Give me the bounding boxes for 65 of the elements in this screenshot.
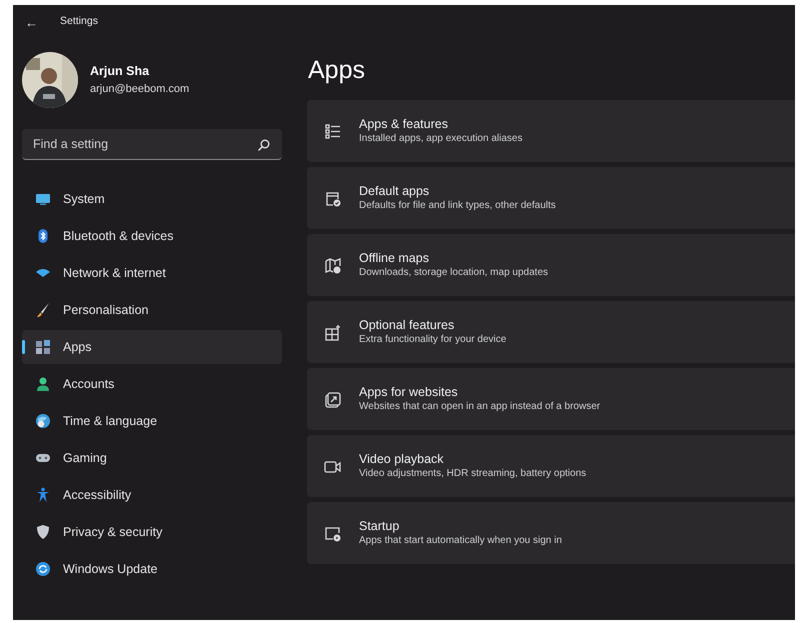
card-title: Video playback <box>359 451 445 467</box>
sidebar-label: Privacy & security <box>63 524 162 541</box>
search-field[interactable]: Find a setting <box>22 129 282 160</box>
search-icon <box>258 139 270 151</box>
settings-card[interactable]: Default apps Defaults for file and link types, other defaults <box>307 167 795 229</box>
sidebar-item[interactable]: Personalisation <box>22 293 282 327</box>
card-description: Apps that start automatically when you sign in <box>359 534 562 548</box>
open-external-icon <box>324 390 341 408</box>
card-title: Default apps <box>359 183 430 199</box>
card-title: Startup <box>359 518 400 534</box>
card-description: Downloads, storage location, map updates <box>359 266 548 280</box>
sidebar-item[interactable]: System <box>22 182 282 216</box>
card-description: Video adjustments, HDR streaming, battery options <box>359 467 586 481</box>
settings-card[interactable]: Optional features Extra functionality for your device <box>307 301 795 363</box>
window-title: Settings <box>60 14 98 30</box>
sidebar-label: Apps <box>63 338 92 356</box>
brush-icon <box>35 302 51 318</box>
back-button[interactable]: ← <box>23 16 40 28</box>
card-title: Apps & features <box>359 116 449 132</box>
sidebar-item[interactable]: Accessibility <box>22 478 282 512</box>
card-description: Extra functionality for your device <box>359 333 506 347</box>
sidebar-label: Network & internet <box>63 264 166 282</box>
sidebar-item[interactable]: Network & internet <box>22 256 282 290</box>
sidebar-label: System <box>63 190 105 208</box>
shield-icon <box>35 524 51 540</box>
sidebar-label: Gaming <box>63 450 107 467</box>
selection-indicator <box>22 340 25 354</box>
sidebar-label: Bluetooth & devices <box>63 228 174 245</box>
sidebar-item[interactable]: Gaming <box>22 441 282 475</box>
card-title: Optional features <box>359 317 456 333</box>
sidebar-item[interactable]: Privacy & security <box>22 515 282 549</box>
sidebar-item[interactable]: Time & language <box>22 404 282 438</box>
display-icon <box>35 191 51 207</box>
update-icon <box>35 561 51 577</box>
card-description: Installed apps, app execution aliases <box>359 132 522 146</box>
settings-card[interactable]: Offline maps Downloads, storage location, map updates <box>307 234 795 296</box>
sidebar-item[interactable]: Windows Update <box>22 552 282 586</box>
sidebar-item[interactable]: Accounts <box>22 367 282 401</box>
user-name: Arjun Sha <box>90 63 150 80</box>
settings-card[interactable]: Startup Apps that start automatically when you sign in <box>307 502 795 564</box>
person-icon <box>35 376 51 392</box>
card-description: Websites that can open in an app instead of a browser <box>359 400 600 414</box>
sidebar-label: Personalisation <box>63 302 148 319</box>
window-check-icon <box>324 190 341 206</box>
card-description: Defaults for file and link types, other defaults <box>359 199 556 213</box>
user-email: arjun@beebom.com <box>90 82 190 98</box>
sidebar-label: Time & language <box>63 412 158 430</box>
settings-card[interactable]: Apps for websites Websites that can open in an app instead of a browser <box>307 368 795 430</box>
map-icon <box>324 256 341 274</box>
sidebar-label: Accounts <box>63 376 114 393</box>
apps-icon <box>35 339 51 355</box>
sidebar-item[interactable]: Bluetooth & devices <box>22 219 282 253</box>
sidebar-label: Windows Update <box>63 560 158 578</box>
globe-clock-icon <box>35 413 51 429</box>
settings-card[interactable]: Apps & features Installed apps, app execution aliases <box>307 100 795 162</box>
list-icon <box>324 122 341 140</box>
sidebar-label: Accessibility <box>63 486 132 504</box>
accessibility-icon <box>35 487 51 503</box>
page-title: Apps <box>308 55 366 86</box>
sidebar-item[interactable]: Apps <box>22 330 282 364</box>
card-title: Offline maps <box>359 250 430 266</box>
card-title: Apps for websites <box>359 384 459 400</box>
window-play-icon <box>324 524 341 542</box>
grid-plus-icon <box>324 324 341 340</box>
settings-card[interactable]: Video playback Video adjustments, HDR streaming, battery options <box>307 435 795 497</box>
